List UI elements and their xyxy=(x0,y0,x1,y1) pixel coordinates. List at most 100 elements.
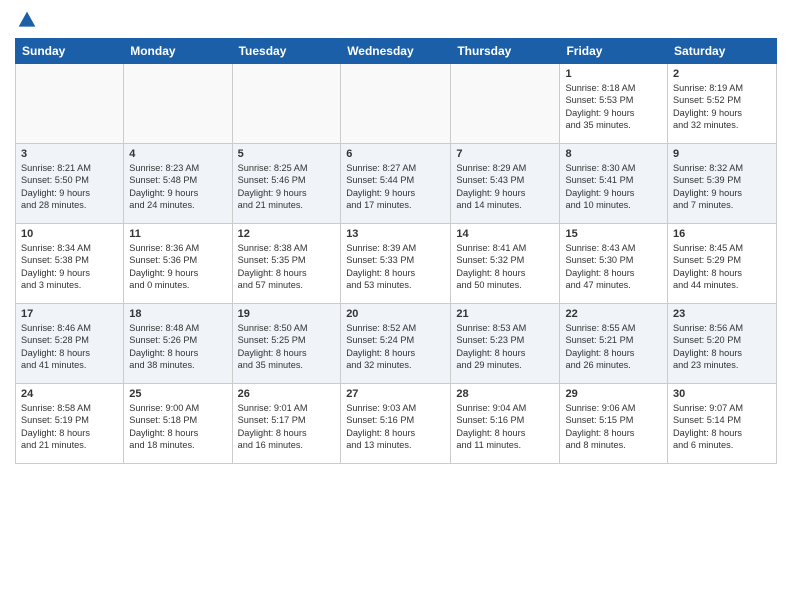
logo xyxy=(15,10,37,30)
day-info: Sunrise: 9:03 AM Sunset: 5:16 PM Dayligh… xyxy=(346,402,445,452)
day-info: Sunrise: 8:19 AM Sunset: 5:52 PM Dayligh… xyxy=(673,82,771,132)
day-number: 17 xyxy=(21,308,118,320)
day-number: 8 xyxy=(565,148,662,160)
day-number: 3 xyxy=(21,148,118,160)
day-number: 2 xyxy=(673,68,771,80)
calendar-cell xyxy=(341,64,451,144)
day-info: Sunrise: 8:46 AM Sunset: 5:28 PM Dayligh… xyxy=(21,322,118,372)
day-header-wednesday: Wednesday xyxy=(341,39,451,64)
calendar-week-4: 17 Sunrise: 8:46 AM Sunset: 5:28 PM Dayli… xyxy=(16,304,777,384)
calendar-cell: 1 Sunrise: 8:18 AM Sunset: 5:53 PM Daylig… xyxy=(560,64,668,144)
day-info: Sunrise: 8:36 AM Sunset: 5:36 PM Dayligh… xyxy=(129,242,226,292)
day-info: Sunrise: 8:25 AM Sunset: 5:46 PM Dayligh… xyxy=(238,162,336,212)
calendar-cell xyxy=(451,64,560,144)
day-info: Sunrise: 8:18 AM Sunset: 5:53 PM Dayligh… xyxy=(565,82,662,132)
calendar-cell: 16Sunrise: 8:45 AM Sunset: 5:29 PM Dayli… xyxy=(668,224,777,304)
day-info: Sunrise: 8:38 AM Sunset: 5:35 PM Dayligh… xyxy=(238,242,336,292)
day-info: Sunrise: 8:53 AM Sunset: 5:23 PM Dayligh… xyxy=(456,322,554,372)
calendar-week-5: 24 Sunrise: 8:58 AM Sunset: 5:19 PM Dayli… xyxy=(16,384,777,464)
calendar-cell: 25Sunrise: 9:00 AM Sunset: 5:18 PM Dayli… xyxy=(124,384,232,464)
day-info: Sunrise: 8:43 AM Sunset: 5:30 PM Dayligh… xyxy=(565,242,662,292)
calendar-cell: 15 Sunrise: 8:43 AM Sunset: 5:30 PM Dayli… xyxy=(560,224,668,304)
day-number: 27 xyxy=(346,388,445,400)
calendar-cell: 23 Sunrise: 8:56 AM Sunset: 5:20 PM Dayli… xyxy=(668,304,777,384)
day-header-saturday: Saturday xyxy=(668,39,777,64)
day-info: Sunrise: 8:27 AM Sunset: 5:44 PM Dayligh… xyxy=(346,162,445,212)
day-info: Sunrise: 8:55 AM Sunset: 5:21 PM Dayligh… xyxy=(565,322,662,372)
calendar-cell: 18 Sunrise: 8:48 AM Sunset: 5:26 PM Dayli… xyxy=(124,304,232,384)
day-header-tuesday: Tuesday xyxy=(232,39,341,64)
day-number: 7 xyxy=(456,148,554,160)
calendar-cell: 13Sunrise: 8:39 AM Sunset: 5:33 PM Dayli… xyxy=(341,224,451,304)
day-info: Sunrise: 8:52 AM Sunset: 5:24 PM Dayligh… xyxy=(346,322,445,372)
calendar-table: SundayMondayTuesdayWednesdayThursdayFrid… xyxy=(15,38,777,464)
calendar-week-1: 1 Sunrise: 8:18 AM Sunset: 5:53 PM Daylig… xyxy=(16,64,777,144)
calendar-cell: 11 Sunrise: 8:36 AM Sunset: 5:36 PM Dayli… xyxy=(124,224,232,304)
day-number: 15 xyxy=(565,228,662,240)
day-number: 1 xyxy=(565,68,662,80)
day-number: 5 xyxy=(238,148,336,160)
calendar-cell: 22 Sunrise: 8:55 AM Sunset: 5:21 PM Dayli… xyxy=(560,304,668,384)
day-number: 10 xyxy=(21,228,118,240)
calendar-cell: 21 Sunrise: 8:53 AM Sunset: 5:23 PM Dayli… xyxy=(451,304,560,384)
calendar-header-row: SundayMondayTuesdayWednesdayThursdayFrid… xyxy=(16,39,777,64)
calendar-week-2: 3Sunrise: 8:21 AM Sunset: 5:50 PM Daylig… xyxy=(16,144,777,224)
day-number: 30 xyxy=(673,388,771,400)
day-number: 23 xyxy=(673,308,771,320)
day-info: Sunrise: 8:50 AM Sunset: 5:25 PM Dayligh… xyxy=(238,322,336,372)
calendar-cell: 4 Sunrise: 8:23 AM Sunset: 5:48 PM Daylig… xyxy=(124,144,232,224)
calendar-cell: 27 Sunrise: 9:03 AM Sunset: 5:16 PM Dayli… xyxy=(341,384,451,464)
day-number: 28 xyxy=(456,388,554,400)
day-info: Sunrise: 8:48 AM Sunset: 5:26 PM Dayligh… xyxy=(129,322,226,372)
calendar-cell: 28 Sunrise: 9:04 AM Sunset: 5:16 PM Dayli… xyxy=(451,384,560,464)
calendar-cell xyxy=(232,64,341,144)
calendar-cell: 7Sunrise: 8:29 AM Sunset: 5:43 PM Daylig… xyxy=(451,144,560,224)
calendar-cell: 26 Sunrise: 9:01 AM Sunset: 5:17 PM Dayli… xyxy=(232,384,341,464)
day-number: 21 xyxy=(456,308,554,320)
day-header-sunday: Sunday xyxy=(16,39,124,64)
day-number: 16 xyxy=(673,228,771,240)
day-header-thursday: Thursday xyxy=(451,39,560,64)
calendar-cell: 10 Sunrise: 8:34 AM Sunset: 5:38 PM Dayli… xyxy=(16,224,124,304)
calendar-cell: 8 Sunrise: 8:30 AM Sunset: 5:41 PM Daylig… xyxy=(560,144,668,224)
calendar-cell: 20 Sunrise: 8:52 AM Sunset: 5:24 PM Dayli… xyxy=(341,304,451,384)
calendar-cell: 5 Sunrise: 8:25 AM Sunset: 5:46 PM Daylig… xyxy=(232,144,341,224)
calendar-cell: 9 Sunrise: 8:32 AM Sunset: 5:39 PM Daylig… xyxy=(668,144,777,224)
calendar-cell: 24 Sunrise: 8:58 AM Sunset: 5:19 PM Dayli… xyxy=(16,384,124,464)
day-info: Sunrise: 8:32 AM Sunset: 5:39 PM Dayligh… xyxy=(673,162,771,212)
day-number: 22 xyxy=(565,308,662,320)
day-info: Sunrise: 8:34 AM Sunset: 5:38 PM Dayligh… xyxy=(21,242,118,292)
day-number: 6 xyxy=(346,148,445,160)
day-number: 4 xyxy=(129,148,226,160)
day-number: 11 xyxy=(129,228,226,240)
day-info: Sunrise: 8:41 AM Sunset: 5:32 PM Dayligh… xyxy=(456,242,554,292)
calendar-cell: 2 Sunrise: 8:19 AM Sunset: 5:52 PM Daylig… xyxy=(668,64,777,144)
calendar-cell: 12 Sunrise: 8:38 AM Sunset: 5:35 PM Dayli… xyxy=(232,224,341,304)
day-info: Sunrise: 9:00 AM Sunset: 5:18 PM Dayligh… xyxy=(129,402,226,452)
day-number: 26 xyxy=(238,388,336,400)
calendar-week-3: 10 Sunrise: 8:34 AM Sunset: 5:38 PM Dayli… xyxy=(16,224,777,304)
calendar-cell xyxy=(16,64,124,144)
day-number: 19 xyxy=(238,308,336,320)
day-number: 13 xyxy=(346,228,445,240)
calendar-cell: 29Sunrise: 9:06 AM Sunset: 5:15 PM Dayli… xyxy=(560,384,668,464)
day-number: 29 xyxy=(565,388,662,400)
day-info: Sunrise: 9:01 AM Sunset: 5:17 PM Dayligh… xyxy=(238,402,336,452)
day-info: Sunrise: 8:30 AM Sunset: 5:41 PM Dayligh… xyxy=(565,162,662,212)
day-info: Sunrise: 9:07 AM Sunset: 5:14 PM Dayligh… xyxy=(673,402,771,452)
calendar-cell: 17 Sunrise: 8:46 AM Sunset: 5:28 PM Dayli… xyxy=(16,304,124,384)
day-header-friday: Friday xyxy=(560,39,668,64)
day-number: 18 xyxy=(129,308,226,320)
day-number: 20 xyxy=(346,308,445,320)
day-number: 24 xyxy=(21,388,118,400)
day-number: 9 xyxy=(673,148,771,160)
calendar-cell xyxy=(124,64,232,144)
day-number: 12 xyxy=(238,228,336,240)
day-number: 14 xyxy=(456,228,554,240)
page-header xyxy=(15,10,777,30)
calendar-cell: 6 Sunrise: 8:27 AM Sunset: 5:44 PM Daylig… xyxy=(341,144,451,224)
day-info: Sunrise: 8:23 AM Sunset: 5:48 PM Dayligh… xyxy=(129,162,226,212)
day-info: Sunrise: 9:04 AM Sunset: 5:16 PM Dayligh… xyxy=(456,402,554,452)
day-info: Sunrise: 8:58 AM Sunset: 5:19 PM Dayligh… xyxy=(21,402,118,452)
day-info: Sunrise: 8:56 AM Sunset: 5:20 PM Dayligh… xyxy=(673,322,771,372)
